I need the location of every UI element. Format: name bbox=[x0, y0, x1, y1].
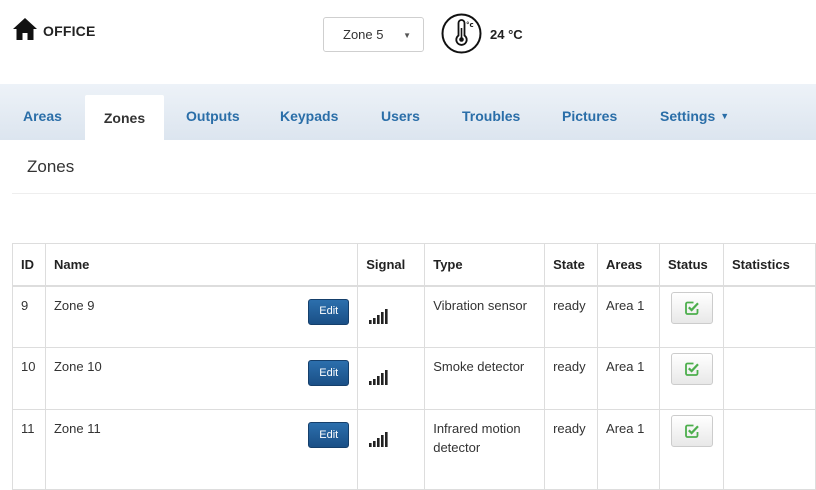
check-square-icon bbox=[685, 424, 699, 438]
col-header-id[interactable]: ID bbox=[12, 243, 46, 287]
signal-strength-icon bbox=[369, 370, 388, 385]
edit-button[interactable]: Edit bbox=[308, 422, 350, 448]
temperature-value: 24 °C bbox=[490, 27, 523, 42]
tab-keypads[interactable]: Keypads bbox=[280, 84, 338, 140]
zone-name-cell: Zone 10 Edit bbox=[44, 347, 359, 410]
col-header-status[interactable]: Status bbox=[659, 243, 724, 287]
check-square-icon bbox=[685, 362, 699, 376]
tab-troubles[interactable]: Troubles bbox=[462, 84, 520, 140]
zone-state: ready bbox=[544, 347, 599, 410]
thermometer-icon: °c bbox=[441, 13, 482, 54]
zone-name: Zone 9 bbox=[53, 297, 95, 313]
col-header-signal[interactable]: Signal bbox=[357, 243, 426, 287]
zone-state: ready bbox=[544, 409, 599, 490]
zone-name: Zone 11 bbox=[53, 421, 101, 436]
col-header-state[interactable]: State bbox=[544, 243, 599, 287]
zone-selector[interactable]: Zone 5 ▼ bbox=[323, 17, 424, 52]
zone-name-cell: Zone 9 Edit bbox=[44, 285, 359, 348]
status-cell bbox=[659, 285, 724, 348]
caret-down-icon: ▼ bbox=[403, 31, 411, 40]
col-header-statistics[interactable]: Statistics bbox=[723, 243, 816, 287]
tab-zones[interactable]: Zones bbox=[85, 95, 164, 140]
zone-selector-value: Zone 5 bbox=[343, 27, 384, 42]
tab-outputs[interactable]: Outputs bbox=[186, 84, 240, 140]
status-cell bbox=[659, 347, 724, 410]
signal-strength-icon bbox=[369, 432, 388, 447]
zone-area: Area 1 bbox=[597, 285, 661, 348]
zone-type: Vibration sensor bbox=[424, 285, 546, 348]
zone-type: Infrared motion detector bbox=[424, 409, 546, 490]
main-nav: Areas Zones Outputs Keypads Users Troubl… bbox=[0, 84, 816, 140]
zone-area: Area 1 bbox=[597, 409, 661, 490]
status-button[interactable] bbox=[671, 415, 714, 447]
signal-cell bbox=[357, 347, 426, 410]
status-button[interactable] bbox=[671, 353, 714, 385]
edit-button[interactable]: Edit bbox=[308, 360, 350, 386]
zone-area: Area 1 bbox=[597, 347, 661, 410]
zone-state: ready bbox=[544, 285, 599, 348]
home-icon bbox=[13, 18, 37, 40]
signal-cell bbox=[357, 409, 426, 490]
col-header-areas[interactable]: Areas bbox=[597, 243, 661, 287]
col-header-name[interactable]: Name bbox=[44, 243, 359, 287]
table-row: 11 Zone 11 Edit Infrared motion detector… bbox=[12, 409, 816, 490]
table-header-row: ID Name Signal Type State Areas Status S… bbox=[12, 243, 816, 287]
status-cell bbox=[659, 409, 724, 490]
statistics-cell bbox=[723, 347, 816, 410]
zone-id: 11 bbox=[12, 409, 46, 490]
zone-type: Smoke detector bbox=[424, 347, 546, 410]
caret-down-icon: ▼ bbox=[720, 111, 730, 121]
table-row: 9 Zone 9 Edit Vibration sensor ready Are… bbox=[12, 285, 816, 348]
status-button[interactable] bbox=[671, 291, 714, 324]
zone-id: 10 bbox=[12, 347, 46, 410]
zone-id: 9 bbox=[12, 285, 46, 348]
zones-table: ID Name Signal Type State Areas Status S… bbox=[12, 243, 816, 490]
zone-name: Zone 10 bbox=[53, 359, 102, 374]
statistics-cell bbox=[723, 409, 816, 490]
col-header-type[interactable]: Type bbox=[424, 243, 546, 287]
tab-areas[interactable]: Areas bbox=[23, 84, 62, 140]
edit-button[interactable]: Edit bbox=[308, 298, 350, 325]
signal-strength-icon bbox=[369, 308, 388, 324]
svg-text:°c: °c bbox=[466, 21, 474, 29]
table-row: 10 Zone 10 Edit Smoke detector ready Are… bbox=[12, 347, 816, 410]
statistics-cell bbox=[723, 285, 816, 348]
signal-cell bbox=[357, 285, 426, 348]
tab-users[interactable]: Users bbox=[381, 84, 420, 140]
brand[interactable]: OFFICE bbox=[12, 17, 96, 41]
tab-pictures[interactable]: Pictures bbox=[562, 84, 617, 140]
zone-name-cell: Zone 11 Edit bbox=[44, 409, 359, 490]
tab-settings-label: Settings bbox=[660, 108, 716, 124]
check-square-icon bbox=[685, 301, 699, 315]
tab-settings[interactable]: Settings ▼ bbox=[660, 84, 729, 140]
brand-label: OFFICE bbox=[43, 22, 96, 39]
page-title: Zones bbox=[27, 157, 75, 176]
divider bbox=[12, 193, 816, 194]
